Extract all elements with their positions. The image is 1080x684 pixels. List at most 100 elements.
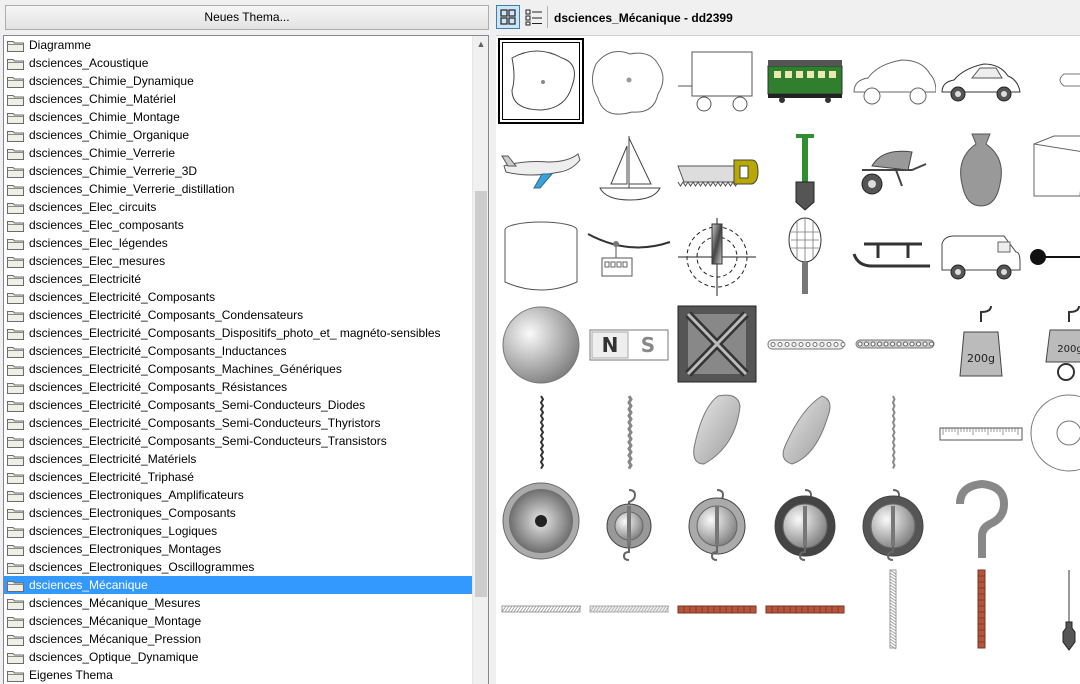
theme-list-scrollbar[interactable]: ▲ xyxy=(472,36,488,684)
theme-list-item[interactable]: dsciences_Electroniques_Montages xyxy=(4,540,474,558)
gallery-item-brick-wall[interactable] xyxy=(938,566,1024,652)
gallery-item-disc-outline[interactable] xyxy=(1026,390,1080,476)
new-theme-button[interactable]: Neues Thema... xyxy=(5,5,489,30)
gallery-item-pulley-medium[interactable] xyxy=(674,478,760,564)
ground-hatched-icon xyxy=(501,605,582,613)
theme-list-item[interactable]: dsciences_Mécanique_Montage xyxy=(4,612,474,630)
gallery-item-car-outline[interactable] xyxy=(850,38,936,124)
theme-list-item[interactable]: dsciences_Electricité_Matériels xyxy=(4,450,474,468)
gallery-item-plumb-bob[interactable] xyxy=(1026,566,1080,652)
gallery-item-disc-grey[interactable] xyxy=(498,478,584,564)
theme-label: dsciences_Electricité_Triphasé xyxy=(29,470,194,484)
gallery-item-target-crosshair[interactable] xyxy=(674,214,760,300)
gallery-item-rope-vertical[interactable] xyxy=(850,390,936,476)
theme-list-item[interactable]: dsciences_Optique_Dynamique xyxy=(4,648,474,666)
theme-list-item[interactable]: dsciences_Electricité_Triphasé xyxy=(4,468,474,486)
gallery-item-cable-car[interactable] xyxy=(586,214,672,300)
theme-list-item[interactable]: dsciences_Electricité_Composants_Semi-Co… xyxy=(4,396,474,414)
theme-list-item[interactable]: dsciences_Electricité_Composants_Résista… xyxy=(4,378,474,396)
gallery-item-green-railway-car[interactable] xyxy=(762,38,848,124)
theme-list-item[interactable]: dsciences_Chimie_Montage xyxy=(4,108,474,126)
gallery-item-tennis-racket[interactable] xyxy=(762,214,848,300)
theme-list-item[interactable]: dsciences_Elec_circuits xyxy=(4,198,474,216)
grid-view-button[interactable] xyxy=(496,5,520,29)
gallery-item-ground-hatched-2[interactable] xyxy=(586,566,672,652)
theme-list-item[interactable]: dsciences_Electroniques_Logiques xyxy=(4,522,474,540)
box-3d-icon xyxy=(1033,135,1080,197)
theme-list-item[interactable]: dsciences_Mécanique_Mesures xyxy=(4,594,474,612)
scroll-up-icon[interactable]: ▲ xyxy=(473,36,488,53)
theme-list-item[interactable]: dsciences_Electricité_Composants_Machine… xyxy=(4,360,474,378)
gallery-item-saw[interactable] xyxy=(674,126,760,212)
gallery-item-box-3d[interactable] xyxy=(1026,126,1080,212)
theme-list-item[interactable]: dsciences_Chimie_Organique xyxy=(4,126,474,144)
theme-list-item[interactable]: Diagramme xyxy=(4,36,474,54)
gallery-item-mass-200g[interactable]: 200g xyxy=(938,302,1024,388)
gallery-item-chain-horizontal[interactable] xyxy=(762,302,848,388)
gallery-item-brick-surface-2[interactable] xyxy=(762,566,848,652)
gallery-item-sled[interactable] xyxy=(850,214,936,300)
theme-list-item[interactable]: dsciences_Chimie_Verrerie_3D xyxy=(4,162,474,180)
theme-list-item[interactable]: dsciences_Electricité xyxy=(4,270,474,288)
gallery-item-cylinder[interactable] xyxy=(498,214,584,300)
gallery-item-wedge-left[interactable] xyxy=(674,390,760,476)
gallery-item-shovel[interactable] xyxy=(762,126,848,212)
gallery-item-wall-hatched[interactable] xyxy=(850,566,936,652)
gallery-item-bullet[interactable] xyxy=(1026,38,1080,124)
theme-list-item[interactable]: dsciences_Electroniques_Composants xyxy=(4,504,474,522)
gallery-item-blob-with-pivot[interactable] xyxy=(498,38,584,124)
scrollbar-thumb[interactable] xyxy=(475,191,487,597)
gallery-item-ruler[interactable] xyxy=(938,390,1024,476)
gallery-item-twisted-rope[interactable] xyxy=(586,390,672,476)
gallery-item-van[interactable] xyxy=(938,214,1024,300)
gallery-item-sphere[interactable] xyxy=(498,302,584,388)
theme-list-item[interactable]: dsciences_Electricité_Composants_Semi-Co… xyxy=(4,432,474,450)
gallery-item-blob-shape[interactable] xyxy=(586,38,672,124)
gallery-item-airplane[interactable] xyxy=(498,126,584,212)
theme-list-item[interactable]: dsciences_Electricité_Composants_Inducta… xyxy=(4,342,474,360)
theme-list-item[interactable]: dsciences_Electricité_Composants_Condens… xyxy=(4,306,474,324)
theme-list-item[interactable]: Eigenes Thema xyxy=(4,666,474,684)
gallery-item-car[interactable] xyxy=(938,38,1024,124)
theme-list-item[interactable]: dsciences_Electroniques_Oscillogrammes xyxy=(4,558,474,576)
gallery-item-mass-200g-2[interactable]: 200g xyxy=(1026,302,1080,388)
theme-list-item[interactable]: dsciences_Chimie_Dynamique xyxy=(4,72,474,90)
theme-list-item[interactable]: dsciences_Chimie_Verrerie_distillation xyxy=(4,180,474,198)
gallery-item-brick-surface[interactable] xyxy=(674,566,760,652)
theme-list-item[interactable]: dsciences_Electroniques_Amplificateurs xyxy=(4,486,474,504)
theme-list[interactable]: Diagramme dsciences_Acoustique dsciences_C… xyxy=(3,35,489,684)
gallery-item-pulley-large[interactable] xyxy=(850,478,936,564)
gallery-panel: dsciences_Mécanique - dd2399 N S 200g 20… xyxy=(496,0,1080,684)
gallery-item-wheelbarrow[interactable] xyxy=(850,126,936,212)
gallery-item-magnet-ns[interactable]: NS xyxy=(586,302,672,388)
theme-list-item[interactable]: dsciences_Elec_composants xyxy=(4,216,474,234)
theme-list-item[interactable]: dsciences_Mécanique xyxy=(4,576,474,594)
theme-list-item[interactable]: dsciences_Electricité_Composants_Disposi… xyxy=(4,324,474,342)
gallery-item-pulley-small[interactable] xyxy=(586,478,672,564)
gallery-item-sailboat[interactable] xyxy=(586,126,672,212)
theme-list-item[interactable]: dsciences_Chimie_Verrerie xyxy=(4,144,474,162)
theme-list-item[interactable]: dsciences_Acoustique xyxy=(4,54,474,72)
theme-list-item[interactable]: dsciences_Chimie_Matériel xyxy=(4,90,474,108)
folder-icon xyxy=(7,563,24,574)
list-view-button[interactable] xyxy=(522,5,546,29)
shovel-icon xyxy=(795,134,815,211)
theme-label: dsciences_Chimie_Verrerie xyxy=(29,146,176,160)
theme-list-item[interactable]: dsciences_Electricité_Composants_Semi-Co… xyxy=(4,414,474,432)
gallery-item-hook-large[interactable] xyxy=(938,478,1024,564)
gallery-item-chain-horizontal-2[interactable] xyxy=(850,302,936,388)
theme-list-item[interactable]: dsciences_Mécanique_Pression xyxy=(4,630,474,648)
gallery-item-ground-hatched[interactable] xyxy=(498,566,584,652)
theme-list-item[interactable]: dsciences_Electricité_Composants xyxy=(4,288,474,306)
gallery-item-pendulum[interactable] xyxy=(1026,214,1080,300)
theme-list-item[interactable]: dsciences_Elec_mesures xyxy=(4,252,474,270)
gallery-item-spring-vertical[interactable] xyxy=(498,390,584,476)
gallery-item-pulley-dark[interactable] xyxy=(762,478,848,564)
theme-list-item[interactable]: dsciences_Elec_légendes xyxy=(4,234,474,252)
gallery-item-wedge-right[interactable] xyxy=(762,390,848,476)
gallery-item-wagon-outline[interactable] xyxy=(674,38,760,124)
gallery-item-sandbag[interactable] xyxy=(938,126,1024,212)
gallery-item-hook-partial[interactable] xyxy=(1026,478,1080,564)
gallery-grid[interactable]: NS 200g 200g xyxy=(496,36,1080,684)
gallery-item-metal-crate[interactable] xyxy=(674,302,760,388)
